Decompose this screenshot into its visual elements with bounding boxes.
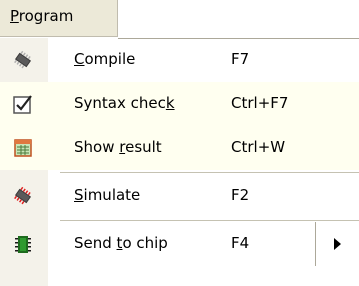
menu-item-send-to-chip-label: Send to chip: [74, 234, 168, 252]
chip-compile-icon: [14, 50, 32, 69]
menu-item-syntax-check-shortcut: Ctrl+F7: [231, 94, 289, 112]
submenu-divider: [315, 222, 316, 266]
menu-item-syntax-check-label: Syntax check: [74, 94, 175, 112]
menu-item-compile-label: Compile: [74, 50, 136, 68]
menu-item-show-result[interactable]: Show result Ctrl+W: [0, 126, 359, 170]
menu-item-compile[interactable]: Compile F7: [0, 38, 359, 82]
menu-separator: [60, 172, 359, 173]
program-dropdown-menu: Compile F7 Syntax check Ctrl+F7 Show res…: [0, 38, 359, 286]
menu-program[interactable]: Program: [0, 0, 118, 37]
menu-item-simulate[interactable]: Simulate F2: [0, 174, 359, 218]
send-to-chip-icon: [15, 236, 31, 253]
menu-item-show-result-label: Show result: [74, 138, 162, 156]
menu-program-mnemonic: P: [10, 7, 19, 25]
menu-item-show-result-shortcut: Ctrl+W: [231, 138, 286, 156]
menu-program-label: rogram: [18, 7, 74, 25]
menu-item-compile-shortcut: F7: [231, 50, 250, 68]
submenu-arrow-icon[interactable]: [334, 238, 341, 250]
menu-item-syntax-check[interactable]: Syntax check Ctrl+F7: [0, 82, 359, 126]
menu-bar: Program: [0, 0, 359, 38]
menu-item-simulate-shortcut: F2: [231, 186, 250, 204]
menu-separator: [60, 220, 359, 221]
menu-item-send-to-chip[interactable]: Send to chip F4: [0, 222, 359, 266]
show-result-icon: [14, 139, 32, 157]
menu-item-send-to-chip-shortcut: F4: [231, 234, 250, 252]
chip-simulate-icon: [14, 186, 32, 205]
menu-item-simulate-label: Simulate: [74, 186, 141, 204]
syntax-check-icon: [13, 95, 32, 114]
